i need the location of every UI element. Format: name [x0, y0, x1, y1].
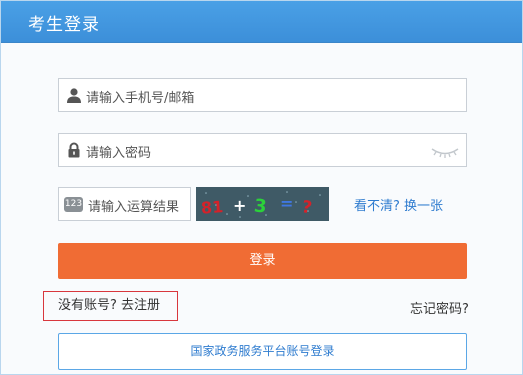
user-icon — [66, 87, 82, 103]
page-title: 考生登录 — [28, 15, 100, 35]
captcha-char-4: = — [280, 194, 293, 213]
account-placeholder: 请输入手机号/邮箱 — [86, 91, 195, 106]
captcha-char-1: 81 — [200, 197, 224, 218]
login-panel: 考生登录 请输入手机号/邮箱 请输入密码 123 请输入运算结果 81 + 3 … — [0, 0, 523, 375]
captcha-image[interactable]: 81 + 3 = ? — [196, 187, 329, 221]
panel-header: 考生登录 — [1, 1, 522, 43]
captcha-input[interactable]: 123 请输入运算结果 — [58, 187, 191, 221]
register-link[interactable]: 没有账号? 去注册 — [43, 291, 178, 321]
refresh-captcha-link[interactable]: 看不清? 换一张 — [354, 195, 443, 214]
gov-platform-login-button[interactable]: 国家政务服务平台账号登录 — [58, 333, 467, 370]
hidden-eye-icon[interactable] — [431, 144, 459, 158]
lock-icon — [66, 142, 82, 158]
captcha-placeholder: 请输入运算结果 — [88, 200, 180, 215]
password-placeholder: 请输入密码 — [86, 146, 152, 161]
forgot-password-link[interactable]: 忘记密码? — [410, 298, 469, 317]
login-button[interactable]: 登录 — [58, 243, 467, 279]
captcha-char-2: + — [233, 196, 246, 215]
account-input[interactable]: 请输入手机号/邮箱 — [58, 78, 467, 112]
password-input[interactable]: 请输入密码 — [58, 133, 467, 167]
number-icon: 123 — [64, 197, 83, 212]
captcha-char-3: 3 — [253, 195, 268, 217]
